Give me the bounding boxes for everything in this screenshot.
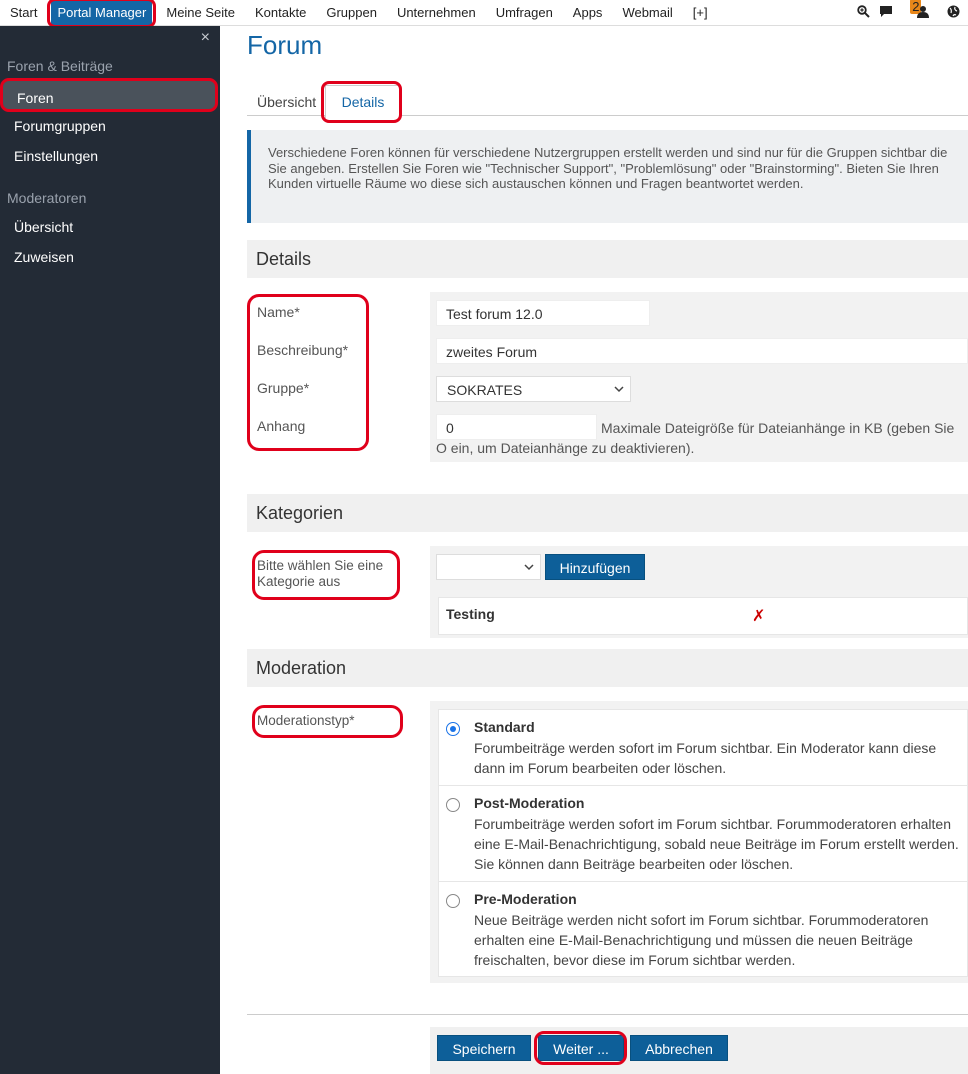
divider: [247, 1014, 968, 1015]
category-row: Testing ✗: [438, 597, 968, 635]
page-title: Forum: [247, 30, 323, 60]
group-select-value: SOKRATES: [447, 382, 523, 398]
name-input[interactable]: Test forum 12.0: [436, 300, 650, 326]
description-input[interactable]: zweites Forum: [436, 338, 968, 364]
nav-meine-seite[interactable]: Meine Seite: [156, 0, 245, 26]
group-select[interactable]: SOKRATES: [436, 376, 631, 402]
option-title: Standard: [474, 719, 535, 735]
main-content: Forum Übersicht Details Verschiedene For…: [247, 26, 968, 1074]
moderation-option-standard[interactable]: Standard Forumbeiträge werden sofort im …: [439, 710, 968, 786]
sidebar-item-foren[interactable]: Foren: [0, 78, 218, 112]
nav-kontakte[interactable]: Kontakte: [245, 0, 316, 26]
attachment-hint: Maximale Dateigröße für Dateianhänge in …: [436, 420, 955, 456]
top-nav: Start Portal Manager Meine Seite Kontakt…: [0, 0, 718, 28]
radio-button[interactable]: [446, 798, 460, 812]
nav-start[interactable]: Start: [0, 0, 47, 26]
attachment-label: Anhang: [257, 418, 306, 434]
top-icons: 2: [848, 0, 968, 26]
option-description: Neue Beiträge werden nicht sofort im For…: [474, 912, 929, 968]
moderation-option-pre[interactable]: Pre-Moderation Neue Beiträge werden nich…: [439, 882, 968, 978]
category-label: Bitte wählen Sie eine Kategorie aus: [257, 558, 384, 589]
tab-uebersicht[interactable]: Übersicht: [257, 84, 316, 116]
radio-button[interactable]: [446, 894, 460, 908]
sidebar-section-moderatoren: Moderatoren: [7, 190, 87, 206]
nav-apps[interactable]: Apps: [563, 0, 613, 26]
radio-button[interactable]: [446, 722, 460, 736]
description-label: Beschreibung*: [257, 342, 349, 358]
moderation-type-label: Moderationstyp*: [257, 713, 355, 728]
option-description: Forumbeiträge werden sofort im Forum sic…: [474, 740, 937, 776]
sidebar-item-uebersicht[interactable]: Übersicht: [14, 219, 73, 235]
nav-add-more[interactable]: [+]: [683, 0, 718, 26]
group-label: Gruppe*: [257, 380, 310, 396]
category-name: Testing: [446, 606, 495, 622]
moderation-option-post[interactable]: Post-Moderation Forumbeiträge werden sof…: [439, 786, 968, 882]
top-navigation-bar: Start Portal Manager Meine Seite Kontakt…: [0, 0, 968, 28]
chevron-down-icon: [614, 377, 624, 403]
sidebar: × Foren & Beiträge Foren Forumgruppen Ei…: [0, 26, 220, 1074]
section-categories-heading: Kategorien: [247, 494, 968, 532]
moderation-options: Standard Forumbeiträge werden sofort im …: [438, 709, 968, 977]
option-title: Pre-Moderation: [474, 891, 577, 907]
nav-gruppen[interactable]: Gruppen: [316, 0, 387, 26]
option-title: Post-Moderation: [474, 795, 585, 811]
save-button[interactable]: Speichern: [437, 1035, 531, 1061]
globe-icon[interactable]: [938, 5, 968, 21]
sidebar-item-forumgruppen[interactable]: Forumgruppen: [14, 118, 106, 134]
sidebar-item-zuweisen[interactable]: Zuweisen: [14, 249, 74, 265]
cancel-button[interactable]: Abbrechen: [630, 1035, 728, 1061]
close-icon[interactable]: ×: [201, 29, 210, 47]
info-box: Verschiedene Foren können für verschiede…: [247, 130, 968, 223]
sidebar-item-einstellungen[interactable]: Einstellungen: [14, 148, 98, 164]
nav-umfragen[interactable]: Umfragen: [486, 0, 563, 26]
highlight-marker: [321, 81, 402, 123]
nav-webmail[interactable]: Webmail: [612, 0, 682, 26]
category-select[interactable]: [436, 554, 541, 580]
option-description: Forumbeiträge werden sofort im Forum sic…: [474, 816, 959, 872]
search-zoom-icon[interactable]: [848, 5, 878, 21]
delete-icon[interactable]: ✗: [752, 606, 765, 626]
highlight-marker: [534, 1031, 627, 1065]
user-icon[interactable]: [908, 5, 938, 21]
chevron-down-icon: [524, 555, 534, 581]
section-moderation-heading: Moderation: [247, 649, 968, 687]
nav-unternehmen[interactable]: Unternehmen: [387, 0, 486, 26]
add-category-button[interactable]: Hinzufügen: [545, 554, 645, 580]
chat-icon[interactable]: 2: [878, 0, 922, 21]
section-details-heading: Details: [247, 240, 968, 278]
name-label: Name*: [257, 304, 300, 320]
nav-portal-manager[interactable]: Portal Manager: [47, 0, 157, 28]
sidebar-section-foren: Foren & Beiträge: [7, 58, 113, 74]
